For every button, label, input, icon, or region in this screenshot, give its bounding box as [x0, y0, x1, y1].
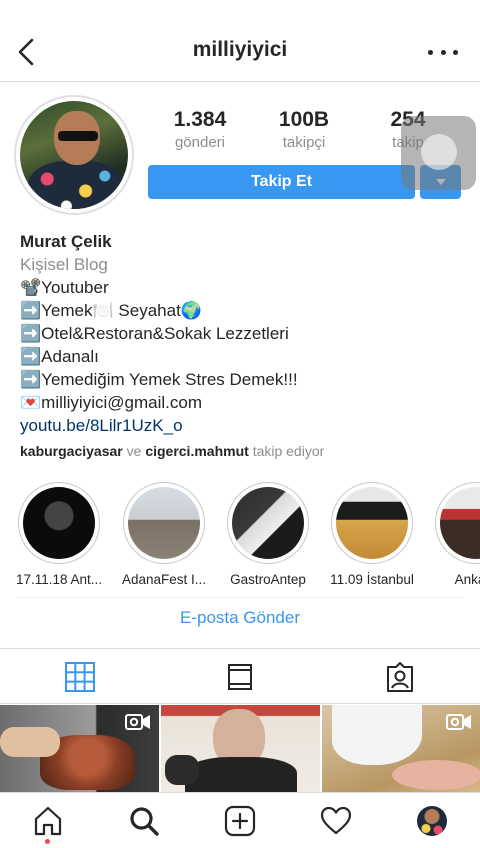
add-post-icon — [224, 805, 256, 837]
bio-line: ➡️Yemek🍽️ Seyahat🌍 — [20, 301, 202, 320]
notification-dot — [45, 839, 50, 844]
grid-icon — [65, 662, 95, 692]
video-camera-icon — [125, 714, 150, 730]
highlight-label: Ankara — [454, 572, 480, 587]
highlight-item[interactable]: AdanaFest I... — [114, 482, 214, 587]
profile-avatar — [417, 806, 447, 836]
follow-button[interactable]: Takip Et — [148, 165, 415, 199]
highlight-cover — [23, 487, 95, 559]
story-highlights: 17.11.18 Ant... AdanaFest I... GastroAnt… — [0, 478, 480, 590]
stat-posts-label: gönderi — [174, 134, 226, 151]
profile-avatar — [20, 101, 128, 209]
profile-avatar-ring[interactable] — [14, 95, 134, 215]
divider — [16, 597, 464, 598]
nav-home[interactable] — [30, 803, 66, 839]
nav-search[interactable] — [126, 803, 162, 839]
stat-posts-count: 1.384 — [173, 108, 227, 131]
profile-bio: Murat Çelik Kişisel Blog 📽️Youtuber ➡️Ye… — [20, 230, 470, 437]
email-button[interactable]: E-posta Gönder — [0, 608, 480, 628]
tagged-icon — [387, 662, 413, 692]
post-thumbnail[interactable] — [161, 705, 320, 793]
tab-grid[interactable] — [64, 661, 96, 693]
bio-website-link[interactable]: youtu.be/8Lilr1UzK_o — [20, 414, 470, 437]
top-navigation-bar: milliyiyici — [0, 0, 480, 82]
bio-line: ➡️Adanalı — [20, 347, 99, 366]
assistive-touch-overlay[interactable] — [401, 116, 476, 190]
followed-by-text[interactable]: kaburgaciyasar ve cigerci.mahmut takip e… — [20, 443, 324, 459]
highlight-label: GastroAntep — [230, 572, 306, 587]
bio-line: 📽️Youtuber — [20, 278, 109, 297]
stat-followers[interactable]: 100B takipçi — [254, 108, 354, 151]
highlight-item[interactable]: Ankara — [426, 482, 480, 587]
highlight-cover — [128, 487, 200, 559]
highlight-label: AdanaFest I... — [121, 572, 207, 587]
nav-activity[interactable] — [318, 803, 354, 839]
tab-tagged[interactable] — [384, 661, 416, 693]
more-horizontal-icon — [428, 49, 433, 55]
highlight-cover — [232, 487, 304, 559]
highlight-label: 11.09 İstanbul — [330, 572, 414, 587]
video-camera-icon — [446, 714, 471, 730]
feed-icon — [228, 664, 252, 690]
highlight-cover — [440, 487, 480, 559]
followed-by-user-1[interactable]: kaburgaciyasar — [20, 443, 123, 459]
bottom-navigation-bar — [0, 792, 480, 848]
highlight-item[interactable]: 17.11.18 Ant... — [9, 482, 109, 587]
search-icon — [130, 807, 159, 836]
stat-followers-label: takipçi — [282, 134, 326, 151]
highlight-label: 17.11.18 Ant... — [15, 572, 103, 587]
posts-grid — [0, 705, 480, 793]
home-icon — [34, 806, 62, 836]
heart-icon — [320, 806, 352, 835]
nav-profile[interactable] — [414, 803, 450, 839]
profile-tabs — [0, 648, 480, 704]
followed-by-user-2[interactable]: cigerci.mahmut — [145, 443, 248, 459]
more-options-button[interactable] — [428, 42, 458, 62]
bio-line: ➡️Yemediğim Yemek Stres Demek!!! — [20, 370, 298, 389]
stat-posts[interactable]: 1.384 gönderi — [150, 108, 250, 151]
post-thumbnail[interactable] — [0, 705, 159, 793]
highlight-item[interactable]: 11.09 İstanbul — [322, 482, 422, 587]
profile-category: Kişisel Blog — [20, 255, 108, 274]
stat-followers-count: 100B — [278, 108, 330, 131]
highlight-cover — [336, 487, 408, 559]
bio-line[interactable]: 💌milliyiyici@gmail.com — [20, 391, 470, 414]
nav-new-post[interactable] — [222, 803, 258, 839]
profile-username-title: milliyiyici — [192, 38, 288, 61]
highlight-item[interactable]: GastroAntep — [218, 482, 318, 587]
profile-full-name: Murat Çelik — [20, 232, 112, 251]
bio-line: ➡️Otel&Restoran&Sokak Lezzetleri — [20, 324, 289, 343]
post-thumbnail[interactable] — [322, 705, 480, 793]
tab-feed[interactable] — [224, 661, 256, 693]
